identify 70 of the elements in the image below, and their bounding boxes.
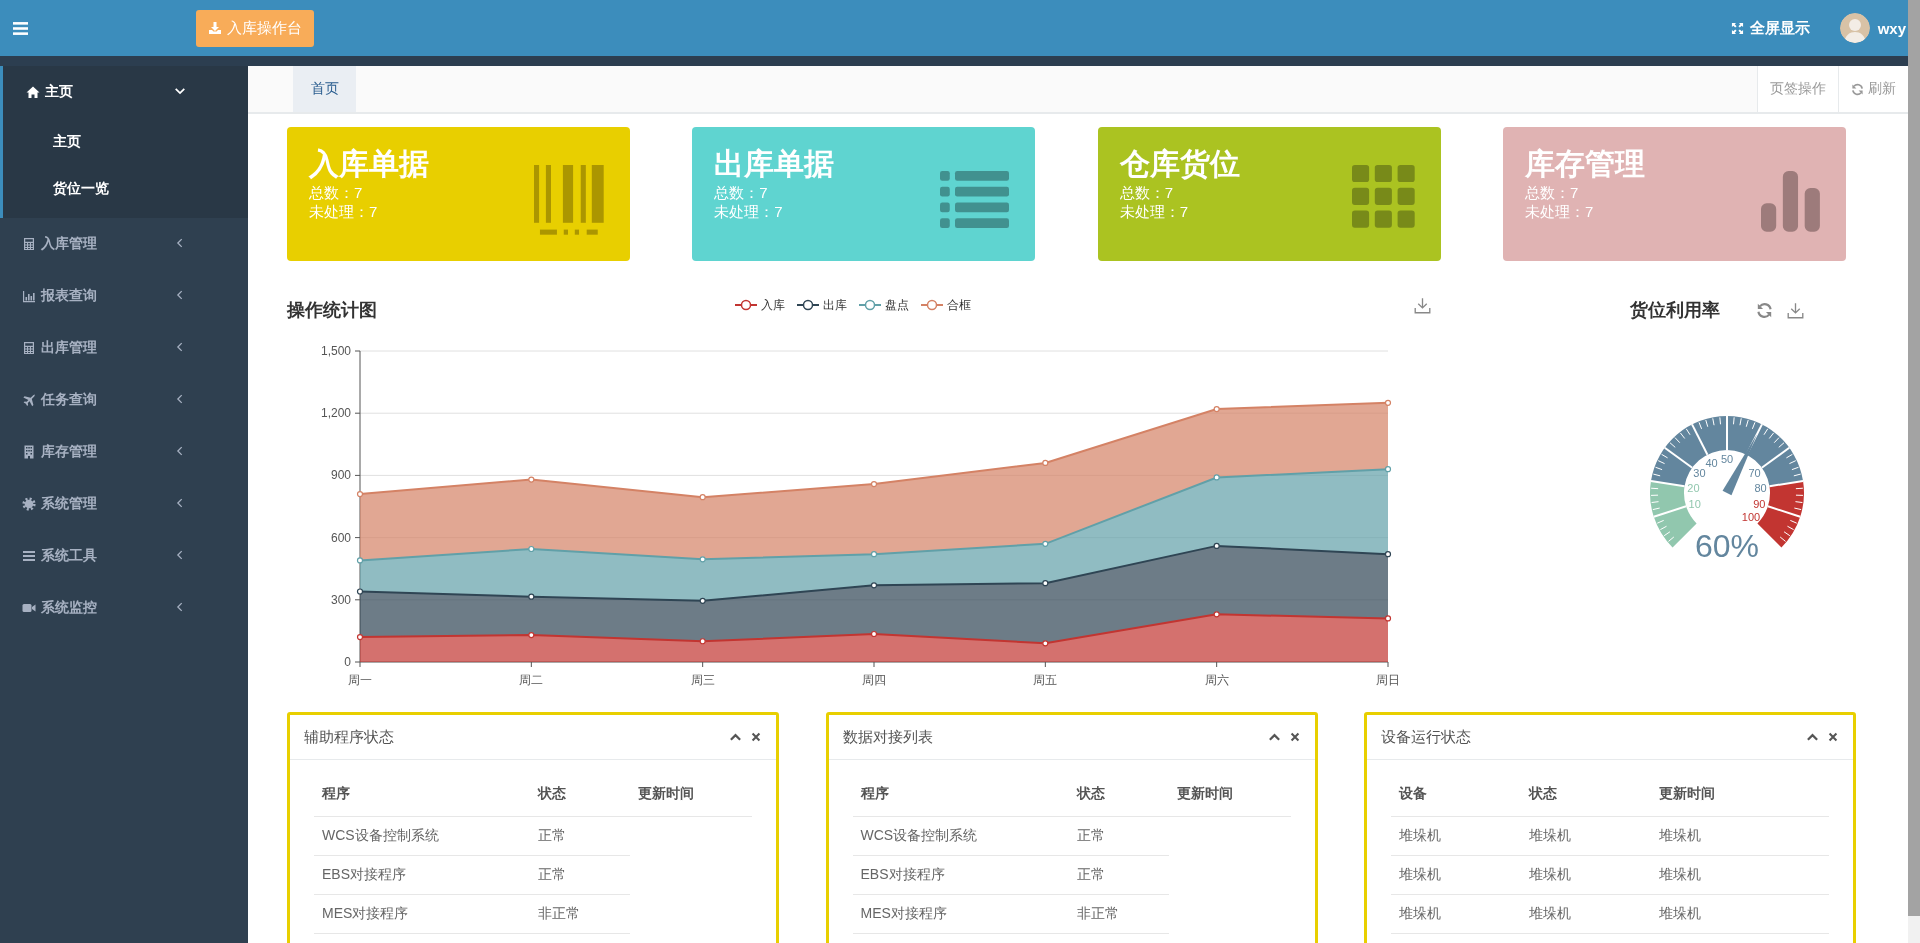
table-cell: 堆垛机: [1651, 894, 1829, 934]
gauge-tick-label: 10: [1688, 497, 1701, 510]
column-header: 程序: [852, 772, 1069, 817]
panel-title: 数据对接列表: [842, 727, 934, 747]
table-cell: 堆垛机: [1651, 816, 1829, 856]
table-cell: 非正常: [530, 894, 630, 934]
card-title: 库存管理: [1525, 146, 1645, 182]
axis-label: 900: [330, 468, 351, 483]
column-header: 设备: [1391, 772, 1521, 817]
gauge-tick-label: 80: [1754, 481, 1767, 494]
axis-label: 周三: [690, 673, 715, 687]
gauge-reading: 60%: [1695, 528, 1759, 564]
table-cell: 堆垛机: [1391, 894, 1521, 934]
gauge-tick-label: 100: [1741, 511, 1761, 524]
table-cell: 正常: [530, 816, 630, 856]
card-stat: 总数：7: [1525, 183, 1580, 202]
table-cell: 正常: [530, 855, 630, 895]
axis-label: 周二: [519, 673, 544, 687]
table-cell: 正常: [1068, 855, 1169, 895]
gauge-tick-label: 70: [1748, 467, 1761, 479]
table-cell: 堆垛机: [1651, 855, 1829, 895]
table-cell: WCS设备控制系统: [852, 816, 1069, 856]
gauge-title: 货位利用率: [1630, 299, 1720, 322]
card-stat: 总数：7: [1119, 183, 1174, 202]
column-header: 状态: [530, 772, 630, 817]
card-stat: 未处理：7: [1525, 202, 1595, 221]
gauge-tick-label: 30: [1693, 467, 1706, 479]
table-cell: 正常: [1068, 816, 1169, 856]
axis-label: 周四: [862, 673, 886, 687]
column-header: 更新时间: [1168, 772, 1291, 817]
card-stat: 未处理：7: [1119, 202, 1189, 221]
column-header: 更新时间: [1651, 772, 1829, 817]
column-header: 程序: [314, 772, 530, 817]
column-header: 状态: [1521, 772, 1651, 817]
card-stat: 总数：7: [714, 183, 769, 202]
gauge-tick-label: 90: [1753, 497, 1766, 510]
chart-title: 操作统计图: [287, 299, 378, 322]
table-cell: EBS对接程序: [852, 855, 1069, 895]
panel-title: 设备运行状态: [1381, 727, 1472, 747]
axis-label: 周日: [1376, 673, 1400, 687]
gauge-tick-label: 50: [1720, 453, 1734, 465]
table-cell: MES对接程序: [852, 894, 1069, 934]
table-cell: 堆垛机: [1521, 894, 1651, 934]
gauge-tick-label: 40: [1705, 456, 1718, 469]
table-cell: 堆垛机: [1391, 855, 1521, 895]
table-cell: 堆垛机: [1521, 816, 1651, 856]
card-stat: 总数：7: [309, 183, 364, 202]
gauge-tick-label: 20: [1687, 481, 1700, 494]
table-cell: WCS设备控制系统: [314, 816, 530, 856]
column-header: 状态: [1068, 772, 1169, 817]
panel-title: 辅助程序状态: [304, 727, 395, 747]
axis-label: 周六: [1204, 673, 1229, 687]
card-stat: 未处理：7: [309, 202, 379, 221]
table-cell: 堆垛机: [1521, 855, 1651, 895]
table-cell: 非正常: [1068, 894, 1169, 934]
axis-label: 1,200: [320, 406, 351, 421]
axis-label: 0: [344, 655, 351, 669]
axis-label: 周五: [1033, 673, 1058, 687]
table-cell: MES对接程序: [314, 894, 530, 934]
column-header: 更新时间: [630, 772, 752, 817]
axis-label: 600: [330, 530, 351, 545]
table-cell: EBS对接程序: [314, 855, 530, 895]
axis-label: 300: [330, 592, 351, 607]
axis-label: 1,500: [320, 344, 351, 358]
axis-label: 周一: [348, 673, 372, 687]
card-stat: 未处理：7: [714, 202, 784, 221]
table-cell: 堆垛机: [1391, 816, 1521, 856]
card-title: 仓库货位: [1119, 146, 1240, 182]
card-title: 入库单据: [309, 146, 429, 182]
card-title: 出库单据: [714, 146, 835, 182]
